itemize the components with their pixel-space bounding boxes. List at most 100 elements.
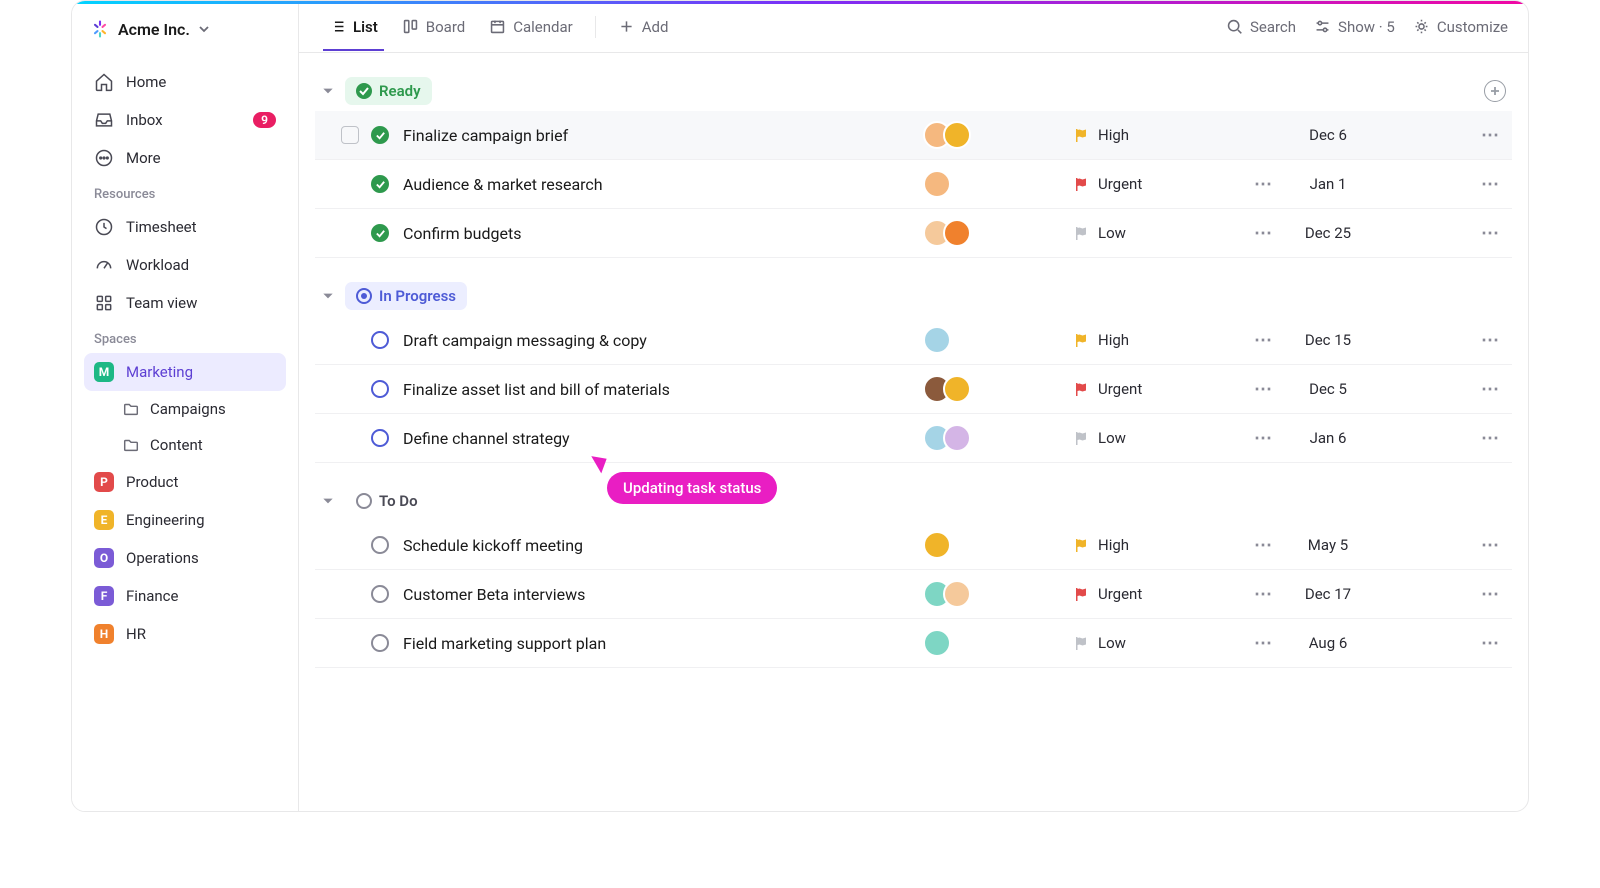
task-more-button[interactable]: ⋯ [1474, 125, 1506, 146]
group-header-ready[interactable]: Ready [315, 71, 1512, 111]
status-circle-todo[interactable] [371, 634, 389, 652]
task-priority[interactable]: High [1073, 536, 1243, 554]
space-item-engineering[interactable]: EEngineering [84, 501, 286, 539]
task-assignees[interactable] [923, 580, 1073, 608]
task-more-button[interactable]: ⋯ [1474, 174, 1506, 195]
task-assignees[interactable] [923, 170, 1073, 198]
space-item-marketing[interactable]: MMarketing [84, 353, 286, 391]
assignee-avatar[interactable] [923, 170, 951, 198]
task-subtasks-button[interactable]: ⋯ [1243, 379, 1283, 400]
group-header-inprogress[interactable]: In Progress [315, 276, 1512, 316]
assignee-avatar[interactable] [923, 629, 951, 657]
status-circle-done[interactable] [371, 224, 389, 242]
task-more-button[interactable]: ⋯ [1474, 223, 1506, 244]
task-row[interactable]: Field marketing support plan Low ⋯ Aug 6… [315, 619, 1512, 668]
task-more-button[interactable]: ⋯ [1474, 633, 1506, 654]
assignee-avatar[interactable] [943, 580, 971, 608]
task-name[interactable]: Finalize asset list and bill of material… [403, 380, 923, 399]
task-subtasks-button[interactable]: ⋯ [1243, 584, 1283, 605]
task-assignees[interactable] [923, 375, 1073, 403]
task-priority[interactable]: Urgent [1073, 585, 1243, 603]
nav-timesheet[interactable]: Timesheet [84, 208, 286, 246]
status-circle-progress[interactable] [371, 380, 389, 398]
task-more-button[interactable]: ⋯ [1474, 535, 1506, 556]
status-chip[interactable]: Ready [345, 77, 432, 105]
status-circle-done[interactable] [371, 175, 389, 193]
task-more-button[interactable]: ⋯ [1474, 428, 1506, 449]
task-assignees[interactable] [923, 531, 1073, 559]
status-chip[interactable]: In Progress [345, 282, 467, 310]
nav-home[interactable]: Home [84, 63, 286, 101]
collapse-icon[interactable] [321, 289, 335, 303]
task-priority[interactable]: Low [1073, 429, 1243, 447]
space-item-hr[interactable]: HHR [84, 615, 286, 653]
collapse-icon[interactable] [321, 494, 335, 508]
task-due-date[interactable]: Dec 25 [1283, 224, 1373, 242]
task-subtasks-button[interactable]: ⋯ [1243, 330, 1283, 351]
workspace-switcher[interactable]: Acme Inc. [84, 15, 286, 43]
view-tab-add[interactable]: Add [608, 4, 679, 50]
space-item-operations[interactable]: OOperations [84, 539, 286, 577]
assignee-avatar[interactable] [923, 326, 951, 354]
task-due-date[interactable]: Dec 6 [1283, 126, 1373, 144]
show-action[interactable]: Show · 5 [1314, 18, 1395, 36]
task-more-button[interactable]: ⋯ [1474, 330, 1506, 351]
task-name[interactable]: Confirm budgets [403, 224, 923, 243]
task-subtasks-button[interactable]: ⋯ [1243, 223, 1283, 244]
space-item-product[interactable]: PProduct [84, 463, 286, 501]
nav-more[interactable]: More [84, 139, 286, 177]
task-due-date[interactable]: Dec 15 [1283, 331, 1373, 349]
task-row[interactable]: Schedule kickoff meeting High ⋯ May 5 ⋯ [315, 521, 1512, 570]
task-name[interactable]: Draft campaign messaging & copy [403, 331, 923, 350]
assignee-avatar[interactable] [943, 121, 971, 149]
task-row[interactable]: Define channel strategy Low ⋯ Jan 6 ⋯ [315, 414, 1512, 463]
task-name[interactable]: Field marketing support plan [403, 634, 923, 653]
task-row[interactable]: Customer Beta interviews Urgent ⋯ Dec 17… [315, 570, 1512, 619]
assignee-avatar[interactable] [943, 424, 971, 452]
group-header-todo[interactable]: To Do [315, 481, 1512, 521]
task-priority[interactable]: Low [1073, 224, 1243, 242]
task-priority[interactable]: Low [1073, 634, 1243, 652]
assignee-avatar[interactable] [943, 219, 971, 247]
task-priority[interactable]: Urgent [1073, 175, 1243, 193]
task-priority[interactable]: Urgent [1073, 380, 1243, 398]
task-assignees[interactable] [923, 121, 1073, 149]
view-tab-calendar[interactable]: Calendar [479, 4, 583, 50]
task-row[interactable]: Confirm budgets Low ⋯ Dec 25 ⋯ [315, 209, 1512, 258]
task-row[interactable]: Audience & market research Urgent ⋯ Jan … [315, 160, 1512, 209]
task-name[interactable]: Audience & market research [403, 175, 923, 194]
task-subtasks-button[interactable]: ⋯ [1243, 633, 1283, 654]
status-circle-todo[interactable] [371, 585, 389, 603]
nav-teamview[interactable]: Team view [84, 284, 286, 322]
status-circle-progress[interactable] [371, 331, 389, 349]
task-subtasks-button[interactable]: ⋯ [1243, 535, 1283, 556]
nav-workload[interactable]: Workload [84, 246, 286, 284]
view-tab-list[interactable]: List [319, 4, 388, 50]
collapse-icon[interactable] [321, 84, 335, 98]
space-item-finance[interactable]: FFinance [84, 577, 286, 615]
task-more-button[interactable]: ⋯ [1474, 584, 1506, 605]
task-priority[interactable]: High [1073, 331, 1243, 349]
view-tab-board[interactable]: Board [392, 4, 475, 50]
task-due-date[interactable]: Jan 6 [1283, 429, 1373, 447]
task-assignees[interactable] [923, 326, 1073, 354]
nav-inbox[interactable]: Inbox 9 [84, 101, 286, 139]
status-circle-progress[interactable] [371, 429, 389, 447]
status-chip[interactable]: To Do [345, 487, 429, 515]
task-name[interactable]: Finalize campaign brief [403, 126, 923, 145]
task-due-date[interactable]: Jan 1 [1283, 175, 1373, 193]
task-priority[interactable]: High [1073, 126, 1243, 144]
folder-item-content[interactable]: Content [84, 427, 286, 463]
task-due-date[interactable]: Dec 5 [1283, 380, 1373, 398]
customize-action[interactable]: Customize [1413, 18, 1508, 36]
task-row[interactable]: Draft campaign messaging & copy High ⋯ D… [315, 316, 1512, 365]
task-assignees[interactable] [923, 219, 1073, 247]
search-action[interactable]: Search [1226, 18, 1296, 36]
task-due-date[interactable]: Dec 17 [1283, 585, 1373, 603]
assignee-avatar[interactable] [943, 375, 971, 403]
status-circle-done[interactable] [371, 126, 389, 144]
task-due-date[interactable]: May 5 [1283, 536, 1373, 554]
task-row[interactable]: Finalize campaign brief High Dec 6 ⋯ [315, 111, 1512, 160]
task-more-button[interactable]: ⋯ [1474, 379, 1506, 400]
task-checkbox[interactable] [341, 126, 359, 144]
